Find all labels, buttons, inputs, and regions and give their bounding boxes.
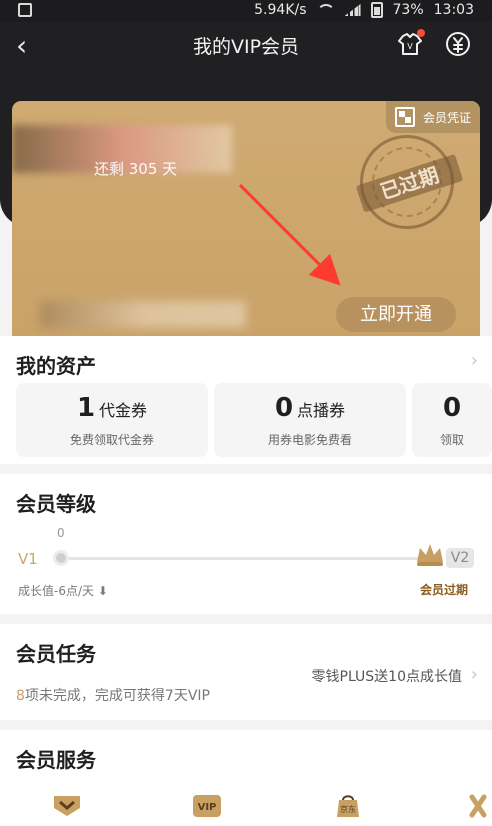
- coin-button[interactable]: [444, 30, 472, 58]
- voucher-desc: 免费领取代金券: [69, 433, 154, 447]
- progress-value: 0: [57, 526, 65, 540]
- ribbon-icon[interactable]: [464, 792, 492, 820]
- signal-icon: [344, 4, 361, 16]
- growth-rate: 成长值-6点/天 ⬇: [18, 582, 108, 599]
- member-voucher-button[interactable]: 会员凭证: [386, 101, 480, 133]
- ondemand-count: 0: [274, 393, 294, 423]
- partial-count: 0: [442, 393, 462, 423]
- qr-code-icon: [394, 107, 415, 127]
- tasks-chevron-icon[interactable]: ›: [471, 664, 478, 685]
- vip-header: ‹ 我的VIP会员 V 还剩 305 天 会员凭证 已过期 立即开通: [0, 22, 492, 350]
- level-section: 会员等级 0 V1 V2 成长值-6点/天 ⬇ 会员过期: [0, 474, 492, 614]
- growth-text: 成长值-6点/天: [18, 584, 95, 598]
- task-hint-text: 项未完成，完成可获得7天VIP: [24, 688, 210, 704]
- vip-icon[interactable]: VIP: [190, 792, 224, 820]
- member-voucher-label: 会员凭证: [422, 110, 471, 125]
- battery-icon: [370, 2, 383, 18]
- asset-count: 0 点播券: [214, 393, 406, 423]
- vip-badge-icon[interactable]: [50, 792, 84, 820]
- assets-chevron-icon[interactable]: ›: [471, 350, 478, 371]
- assets-title: 我的资产: [16, 354, 96, 378]
- svg-text:VIP: VIP: [198, 802, 217, 813]
- battery-level: 73%: [392, 2, 424, 18]
- voucher-unit: 代金券: [99, 401, 148, 420]
- expired-stamp: 已过期: [347, 122, 467, 242]
- notification-dot: [417, 29, 425, 37]
- gallery-icon: [18, 3, 32, 17]
- vip-member-page: 5.94K/s 73% 13:03 ‹ 我的VIP会员 V 还剩 305 天 会…: [0, 0, 492, 826]
- asset-count: 0: [412, 393, 492, 423]
- asset-card-partial[interactable]: 0 领取: [412, 383, 492, 457]
- status-bar: 5.94K/s 73% 13:03: [0, 0, 492, 22]
- coin-icon: [446, 32, 470, 56]
- level-title: 会员等级: [16, 492, 96, 516]
- svg-text:京东: 京东: [340, 804, 356, 814]
- asset-card-voucher[interactable]: 1 代金券 免费领取代金券: [16, 383, 208, 457]
- wifi-icon: [316, 4, 335, 16]
- ondemand-unit: 点播券: [297, 401, 346, 420]
- jd-bag-icon[interactable]: 京东: [331, 792, 365, 820]
- level-v2: V2: [446, 548, 474, 568]
- voucher-count: 1: [76, 393, 96, 423]
- red-arrow: [238, 183, 341, 286]
- task-count: 8: [16, 688, 25, 704]
- level-track: [61, 557, 431, 560]
- network-speed: 5.94K/s: [254, 2, 307, 18]
- task-hint: 8项未完成，完成可获得7天VIP: [16, 685, 210, 705]
- expired-stamp-text: 已过期: [355, 153, 464, 213]
- open-now-button[interactable]: 立即开通: [336, 297, 456, 332]
- services-title: 会员服务: [16, 748, 96, 772]
- task-plus-link[interactable]: 零钱PLUS送10点成长值: [312, 666, 463, 686]
- remaining-days: 还剩 305 天: [94, 160, 178, 178]
- down-arrow-icon: ⬇: [97, 584, 108, 598]
- asset-count: 1 代金券: [16, 393, 208, 423]
- tasks-title: 会员任务: [16, 642, 96, 666]
- ondemand-desc: 用券电影免费看: [267, 433, 352, 447]
- crown-icon: [417, 544, 443, 566]
- level-v1: V1: [18, 550, 38, 568]
- partial-desc: 领取: [439, 433, 464, 447]
- status-bar-right: 5.94K/s 73% 13:03: [254, 2, 474, 18]
- asset-card-ondemand[interactable]: 0 点播券 用券电影免费看: [214, 383, 406, 457]
- tasks-section: 会员任务 零钱PLUS送10点成长值 › 8项未完成，完成可获得7天VIP: [0, 624, 492, 720]
- blurred-card-number: [40, 301, 246, 328]
- member-expired: 会员过期: [419, 583, 468, 597]
- svg-text:V: V: [407, 42, 413, 51]
- assets-section: 我的资产 › 1 代金券 免费领取代金券 0 点播券 用券电影免费看 0 领取: [0, 336, 492, 464]
- membership-shirt-icon[interactable]: V: [396, 29, 425, 58]
- level-knob: [53, 550, 69, 566]
- clock: 13:03: [433, 2, 474, 18]
- services-section: 会员服务 VIP 京东: [0, 730, 492, 826]
